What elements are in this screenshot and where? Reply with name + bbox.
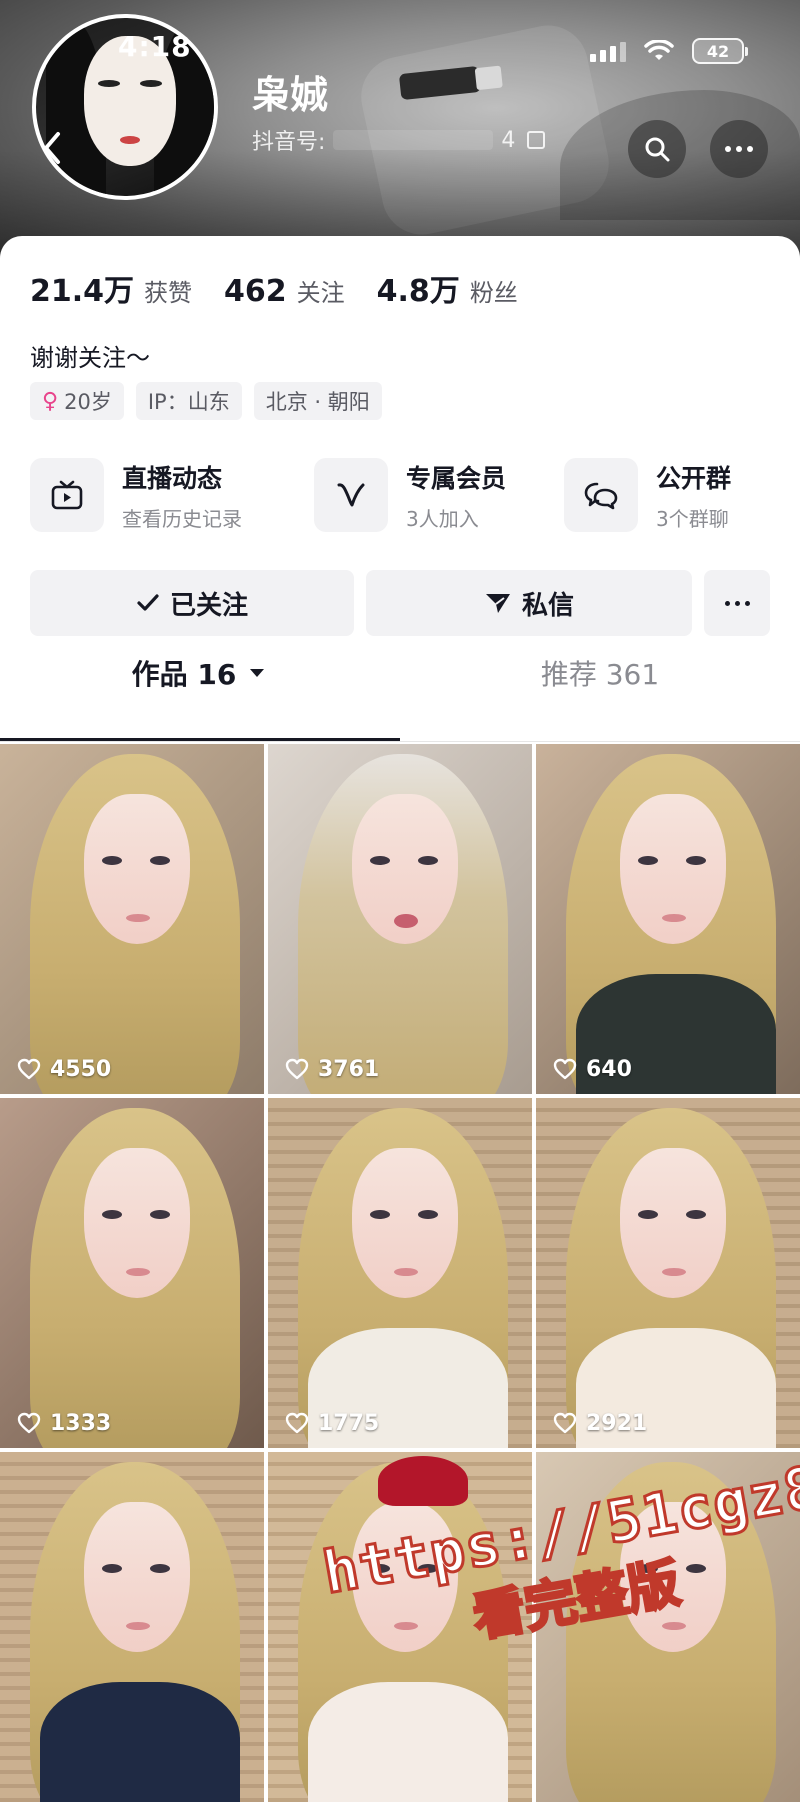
like-count: 3761 bbox=[284, 1056, 379, 1082]
signal-icon bbox=[590, 40, 626, 62]
like-count: 1775 bbox=[284, 1410, 379, 1436]
video-thumbnail[interactable]: 3761 bbox=[268, 744, 532, 1094]
feature-title: 专属会员 bbox=[406, 463, 507, 493]
more-dots-icon bbox=[725, 146, 753, 152]
feature-subtitle: 查看历史记录 bbox=[122, 506, 242, 531]
tag-age: ♀ 20岁 bbox=[30, 382, 124, 420]
stat-followers[interactable]: 4.8万 粉丝 bbox=[377, 266, 518, 310]
heart-icon bbox=[285, 1058, 309, 1080]
v-icon bbox=[314, 458, 388, 532]
stat-label: 关注 bbox=[296, 279, 345, 307]
tag-text: 北京 · 朝阳 bbox=[265, 390, 370, 414]
stat-value: 462 bbox=[224, 274, 287, 309]
back-button[interactable] bbox=[36, 128, 76, 168]
wifi-icon bbox=[644, 40, 674, 60]
tab-works[interactable]: 作品 16 bbox=[0, 638, 400, 708]
caret-down-icon bbox=[250, 669, 265, 677]
feature-title: 直播动态 bbox=[122, 463, 223, 493]
heart-icon bbox=[17, 1058, 41, 1080]
like-count: 1333 bbox=[16, 1410, 111, 1436]
followed-label: 已关注 bbox=[169, 590, 248, 621]
stat-label: 粉丝 bbox=[469, 279, 518, 307]
video-thumbnail[interactable]: 1333 bbox=[0, 1098, 264, 1448]
profile-stats: 21.4万 获赞 462 关注 4.8万 粉丝 bbox=[30, 266, 550, 310]
battery-icon: 42 bbox=[692, 38, 748, 64]
douyin-id[interactable]: 抖音号: 4 bbox=[252, 124, 546, 156]
feature-subtitle: 3个群聊 bbox=[656, 506, 729, 531]
nickname: 枭娍 bbox=[252, 73, 329, 117]
chevron-left-icon bbox=[44, 132, 60, 164]
heart-icon bbox=[285, 1412, 309, 1434]
profile-actions: 已关注 私信 bbox=[30, 570, 770, 636]
heart-icon bbox=[553, 1412, 577, 1434]
more-actions-button[interactable] bbox=[704, 570, 770, 636]
like-count: 640 bbox=[552, 1056, 632, 1082]
tag-location[interactable]: 北京 · 朝阳 bbox=[253, 382, 382, 420]
video-thumbnail[interactable] bbox=[0, 1452, 264, 1802]
send-icon bbox=[485, 594, 510, 613]
feature-entries: 直播动态 查看历史记录 专属会员 3人加入 公开群 3个群聊 bbox=[30, 458, 770, 534]
feature-title: 公开群 bbox=[656, 463, 732, 493]
more-dots-icon bbox=[724, 600, 750, 606]
douyin-id-value bbox=[333, 130, 494, 150]
chat-group-icon bbox=[564, 458, 638, 532]
heart-icon bbox=[17, 1412, 41, 1434]
stat-following[interactable]: 462 关注 bbox=[224, 273, 345, 309]
message-button[interactable]: 私信 bbox=[366, 570, 692, 636]
tab-recommend[interactable]: 推荐 361 bbox=[400, 638, 800, 708]
stat-likes[interactable]: 21.4万 获赞 bbox=[30, 266, 192, 310]
tag-text: 20岁 bbox=[64, 390, 112, 414]
douyin-id-label: 抖音号: bbox=[252, 130, 326, 155]
video-thumbnail[interactable]: 1775 bbox=[268, 1098, 532, 1448]
tab-divider bbox=[0, 741, 800, 742]
tab-recommend-label: 推荐 361 bbox=[540, 658, 660, 691]
heart-icon bbox=[553, 1058, 577, 1080]
followed-button[interactable]: 已关注 bbox=[30, 570, 354, 636]
tag-ip: IP：山东 bbox=[135, 382, 242, 420]
video-thumbnail[interactable]: 640 bbox=[536, 744, 800, 1094]
status-time: 4:18 bbox=[118, 30, 192, 63]
feature-subtitle: 3人加入 bbox=[406, 506, 479, 531]
check-icon bbox=[137, 594, 159, 611]
like-count: 2921 bbox=[552, 1410, 647, 1436]
stat-value: 4.8万 bbox=[376, 274, 460, 309]
profile-bio: 谢谢关注～ bbox=[30, 344, 150, 372]
douyin-id-partial: 4 bbox=[501, 127, 516, 153]
feature-group-chat[interactable]: 公开群 3个群聊 bbox=[564, 458, 731, 532]
status-icons: 42 bbox=[590, 38, 748, 64]
stat-value: 21.4万 bbox=[30, 274, 135, 309]
like-count: 4550 bbox=[16, 1056, 111, 1082]
tag-text: IP：山东 bbox=[147, 390, 230, 414]
message-label: 私信 bbox=[521, 590, 574, 621]
tv-icon bbox=[30, 458, 104, 532]
stat-label: 获赞 bbox=[144, 279, 193, 307]
search-button[interactable] bbox=[628, 120, 686, 178]
tab-works-label: 作品 16 bbox=[131, 658, 237, 691]
profile-tags: ♀ 20岁 IP：山东 北京 · 朝阳 bbox=[30, 382, 382, 420]
profile-tabs: 作品 16 推荐 361 bbox=[0, 638, 800, 708]
feature-membership[interactable]: 专属会员 3人加入 bbox=[314, 458, 506, 532]
video-thumbnail[interactable]: 4550 bbox=[0, 744, 264, 1094]
copy-icon[interactable] bbox=[527, 131, 546, 149]
female-icon: ♀ bbox=[42, 388, 59, 414]
feature-live[interactable]: 直播动态 查看历史记录 bbox=[30, 458, 242, 532]
video-thumbnail[interactable]: 2921 bbox=[536, 1098, 800, 1448]
more-options-button[interactable] bbox=[710, 120, 768, 178]
search-icon bbox=[645, 137, 670, 162]
